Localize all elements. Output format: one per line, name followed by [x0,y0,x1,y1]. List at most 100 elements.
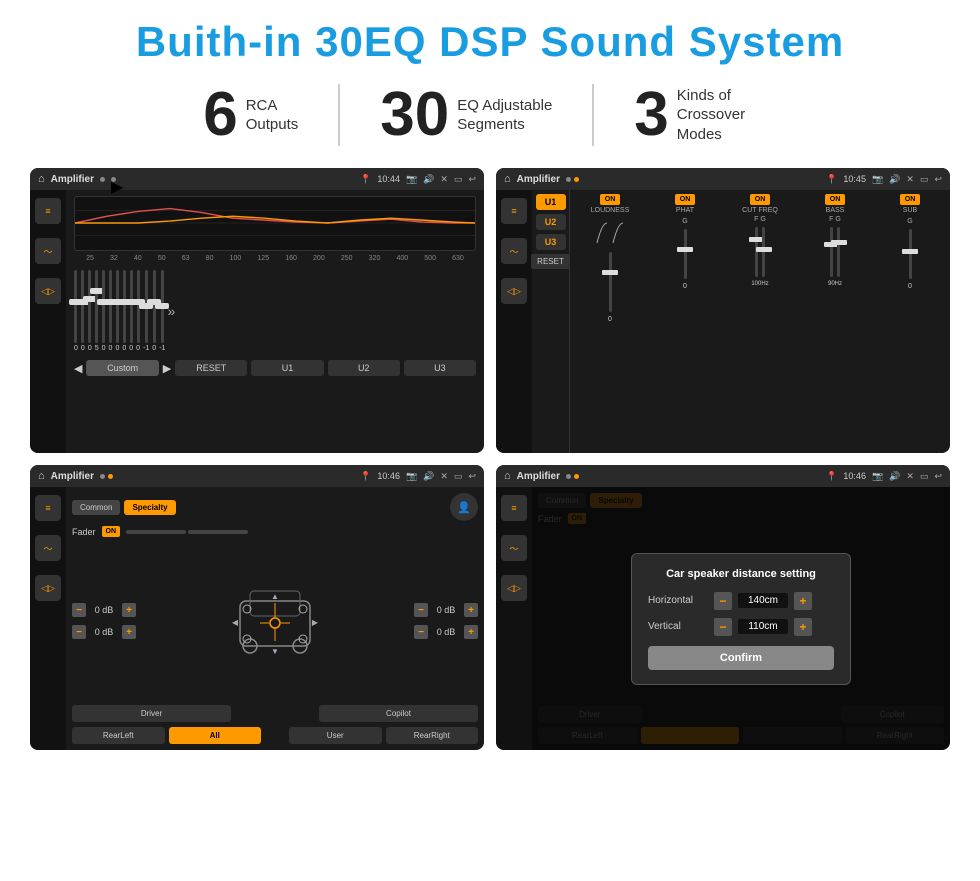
stat-eq-number: 30 [380,84,449,146]
amp-sidebar-wave[interactable]: 〜 [501,238,527,264]
phat-toggle[interactable]: ON [675,194,696,205]
dialog-horizontal-minus[interactable]: − [714,592,732,610]
back-icon-4[interactable]: ↩ [934,471,942,482]
vol-minus-rr[interactable]: − [414,625,428,639]
phat-label: PHAT [676,207,694,214]
cutfreq-slider-f[interactable] [755,227,758,277]
fader-slider-1[interactable] [126,530,186,534]
fader-sidebar-vol[interactable]: ◁▷ [35,575,61,601]
eq-preset-custom[interactable]: Custom [86,360,158,376]
tab-common[interactable]: Common [72,500,120,515]
eq-preset-u1[interactable]: U1 [251,360,323,376]
status-dot [100,177,105,182]
eq-slider-1[interactable]: 0 [74,270,78,352]
status-dot-2b [574,177,579,182]
btn-copilot[interactable]: Copilot [319,705,478,722]
close-icon[interactable]: ✕ [440,174,448,185]
back-icon-2[interactable]: ↩ [934,174,942,185]
eq-slider-4[interactable]: 5 [95,270,99,352]
bass-slider-f[interactable] [830,227,833,277]
eq-slider-12[interactable]: 0 [152,270,156,352]
minimize-icon[interactable]: ▭ [454,174,463,185]
dialog-sidebar-filter[interactable]: ≡ [501,495,527,521]
eq-preset-reset[interactable]: RESET [175,360,247,376]
eq-sidebar-wave[interactable]: 〜 [35,238,61,264]
amp-channel-loudness: ON LOUDNESS 0 [574,194,646,449]
eq-prev-btn[interactable]: ◀ [74,362,82,375]
eq-slider-5[interactable]: 0 [102,270,106,352]
eq-slider-8[interactable]: 0 [122,270,126,352]
dialog-confirm-button[interactable]: Confirm [648,646,834,670]
minimize-icon-4[interactable]: ▭ [920,471,929,482]
amp-preset-u3[interactable]: U3 [536,234,566,250]
home-icon-3[interactable]: ⌂ [38,470,45,482]
btn-rearleft[interactable]: RearLeft [72,727,165,744]
fader-sidebar-wave[interactable]: 〜 [35,535,61,561]
minimize-icon-3[interactable]: ▭ [454,471,463,482]
btn-driver[interactable]: Driver [72,705,231,722]
home-icon-2[interactable]: ⌂ [504,173,511,185]
dialog-vertical-plus[interactable]: + [794,618,812,636]
eq-slider-6[interactable]: 0 [109,270,113,352]
dialog-sidebar-wave[interactable]: 〜 [501,535,527,561]
amp-reset-btn[interactable]: RESET [531,254,570,269]
close-icon-4[interactable]: ✕ [906,471,914,482]
loudness-toggle[interactable]: ON [600,194,621,205]
bass-slider-g[interactable] [837,227,840,277]
phat-slider[interactable] [684,229,687,279]
close-icon-3[interactable]: ✕ [440,471,448,482]
dialog-vertical-minus[interactable]: − [714,618,732,636]
vol-minus-rl[interactable]: − [72,625,86,639]
vol-plus-fr[interactable]: + [464,603,478,617]
cutfreq-slider-g[interactable] [762,227,765,277]
amp-preset-u2[interactable]: U2 [536,214,566,230]
amp-sidebar-vol[interactable]: ◁▷ [501,278,527,304]
bass-toggle[interactable]: ON [825,194,846,205]
eq-preset-u3[interactable]: U3 [404,360,476,376]
eq-sidebar-filter[interactable]: ≡ [35,198,61,224]
vol-plus-rl[interactable]: + [122,625,136,639]
cutfreq-toggle[interactable]: ON [750,194,771,205]
vol-plus-rr[interactable]: + [464,625,478,639]
eq-slider-3[interactable]: 0 [88,270,92,352]
back-icon-3[interactable]: ↩ [468,471,476,482]
screen-eq-body: ≡ 〜 ◁▷ [30,190,484,453]
home-icon-4[interactable]: ⌂ [504,470,511,482]
eq-label-500: 500 [424,255,436,262]
dialog-vertical-label: Vertical [648,621,708,632]
amp-sidebar-filter[interactable]: ≡ [501,198,527,224]
sub-slider[interactable] [909,229,912,279]
tab-specialty[interactable]: Specialty [124,500,175,515]
eq-sidebar-vol[interactable]: ◁▷ [35,278,61,304]
eq-slider-11[interactable]: -1 [143,270,149,352]
eq-bottom-bar: ◀ Custom ▶ RESET U1 U2 U3 [74,360,476,376]
screen-dialog-sidebar: ≡ 〜 ◁▷ [496,487,532,750]
fader-on-btn[interactable]: ON [102,526,121,537]
sub-toggle[interactable]: ON [900,194,921,205]
vol-minus-fl[interactable]: − [72,603,86,617]
eq-slider-9[interactable]: 0 [129,270,133,352]
fader-sidebar-filter[interactable]: ≡ [35,495,61,521]
amp-preset-u1[interactable]: U1 [536,194,566,210]
close-icon-2[interactable]: ✕ [906,174,914,185]
eq-next-btn[interactable]: ▶ [163,362,171,375]
amp-channel-cutfreq: ON CUT FREQ F G [724,194,796,449]
back-icon[interactable]: ↩ [468,174,476,185]
eq-preset-u2[interactable]: U2 [328,360,400,376]
btn-all[interactable]: All [169,727,262,744]
eq-slider-7[interactable]: 0 [115,270,119,352]
dialog-sidebar-vol[interactable]: ◁▷ [501,575,527,601]
person-icon[interactable]: 👤 [450,493,478,521]
eq-slider-10[interactable]: 0 [136,270,140,352]
vol-plus-fl[interactable]: + [122,603,136,617]
eq-slider-2[interactable]: 0 [81,270,85,352]
btn-user[interactable]: User [289,727,382,744]
vol-minus-fr[interactable]: − [414,603,428,617]
minimize-icon-2[interactable]: ▭ [920,174,929,185]
dialog-horizontal-plus[interactable]: + [794,592,812,610]
btn-rearright[interactable]: RearRight [386,727,479,744]
home-icon[interactable]: ⌂ [38,173,45,185]
eq-slider-13[interactable]: -1 [159,270,165,352]
fader-slider-2[interactable] [188,530,248,534]
loudness-slider[interactable] [609,252,612,312]
